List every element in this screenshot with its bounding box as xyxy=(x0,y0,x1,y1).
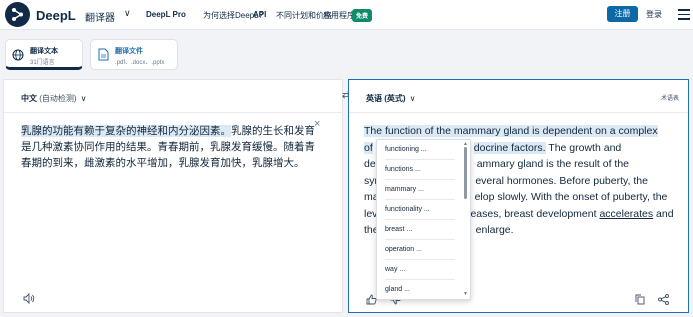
copy-icon[interactable] xyxy=(635,292,645,310)
dropdown-scrollbar[interactable] xyxy=(464,147,467,199)
chevron-down-icon[interactable]: ∨ xyxy=(124,8,131,19)
source-panel-header: 中文 (自动检测) ∨ xyxy=(4,80,342,113)
free-badge: 免费 xyxy=(352,9,373,22)
signup-button[interactable]: 注册 xyxy=(607,6,638,22)
dropdown-option[interactable]: breast ... xyxy=(385,220,455,240)
tab-title: 翻译文件 xyxy=(115,48,143,55)
tab-translate-text[interactable]: 翻译文本 31门语言 xyxy=(5,39,83,70)
nav-api[interactable]: API xyxy=(253,10,266,19)
dropdown-option[interactable]: mammary ... xyxy=(385,180,455,200)
dropdown-option[interactable]: functioning ... xyxy=(385,140,455,160)
tab-subtitle: .pdf、.docx、.pptx xyxy=(115,60,165,66)
nav-deepl-pro[interactable]: DeepL Pro xyxy=(146,10,186,19)
dropdown-option[interactable]: gland ... xyxy=(385,280,455,300)
brand-name[interactable]: DeepL xyxy=(36,8,76,23)
dropdown-option[interactable]: way ... xyxy=(385,260,455,280)
nav-apps[interactable]: 应用程序 xyxy=(323,10,355,21)
source-panel: 中文 (自动检测) ∨ × 乳腺的功能有赖于复杂的神经和内分泌因素。乳腺的生长和发… xyxy=(3,79,343,313)
dropdown-option[interactable]: functions ... xyxy=(385,160,455,180)
hamburger-menu-icon[interactable] xyxy=(678,9,690,20)
tab-subtitle: 31门语言 xyxy=(30,60,55,66)
document-icon xyxy=(97,48,109,66)
login-link[interactable]: 登录 xyxy=(646,9,662,20)
scroll-down-arrow-icon[interactable]: ▼ xyxy=(463,291,468,297)
chevron-down-icon: ∨ xyxy=(409,94,416,103)
brand-subtitle[interactable]: 翻译器 xyxy=(85,9,115,24)
speaker-icon[interactable] xyxy=(23,291,35,309)
dropdown-option[interactable]: functionality ... xyxy=(385,200,455,220)
chevron-down-icon: ∨ xyxy=(80,94,87,103)
tab-translate-files[interactable]: 翻译文件 .pdf、.docx、.pptx xyxy=(90,39,178,70)
target-language-selector[interactable]: 英语 (英式) ∨ xyxy=(366,93,415,104)
share-icon[interactable] xyxy=(658,292,669,310)
globe-icon xyxy=(12,48,24,66)
source-text-input[interactable]: 乳腺的功能有赖于复杂的神经和内分泌因素。乳腺的生长和发育是几种激素协同作用的结果… xyxy=(21,123,321,171)
deepl-logo-icon[interactable] xyxy=(5,2,30,27)
dropdown-option[interactable]: operation ... xyxy=(385,240,455,260)
top-bar: DeepL 翻译器 ∨ DeepL Pro 为何选择DeepL? API 不同计… xyxy=(0,0,693,30)
source-language-selector[interactable]: 中文 (自动检测) ∨ xyxy=(21,93,86,104)
target-panel-header: 英语 (英式) ∨ 术语表 xyxy=(349,80,688,113)
alternatives-dropdown: ▲ functioning ... functions ... mammary … xyxy=(376,139,471,300)
glossary-button[interactable]: 术语表 xyxy=(661,93,679,102)
tab-title: 翻译文本 xyxy=(30,48,58,55)
